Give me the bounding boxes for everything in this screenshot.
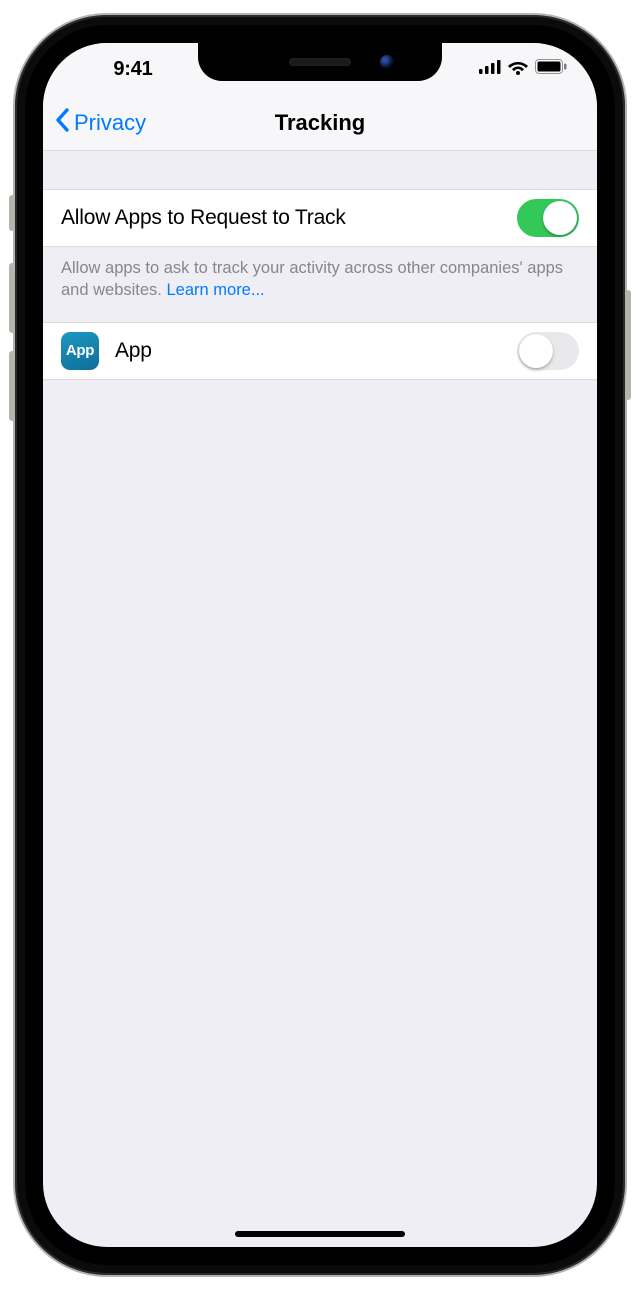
app-list: App App: [43, 322, 597, 380]
allow-tracking-toggle[interactable]: [517, 199, 579, 237]
footer-text: Allow apps to ask to track your activity…: [61, 259, 563, 299]
device-frame: 9:41: [15, 15, 625, 1275]
content: Allow Apps to Request to Track Allow app…: [43, 151, 597, 380]
section-footer: Allow apps to ask to track your activity…: [43, 247, 597, 322]
allow-tracking-row: Allow Apps to Request to Track: [43, 189, 597, 247]
app-row: App App: [43, 322, 597, 380]
learn-more-link[interactable]: Learn more...: [166, 281, 264, 299]
allow-tracking-label: Allow Apps to Request to Track: [61, 206, 517, 230]
battery-icon: [535, 59, 567, 79]
wifi-icon: [507, 59, 529, 80]
device-notch: [198, 43, 442, 81]
back-button[interactable]: Privacy: [55, 108, 146, 138]
nav-bar: Privacy Tracking: [43, 95, 597, 151]
home-indicator[interactable]: [235, 1231, 405, 1237]
device-bezel: 9:41: [25, 25, 615, 1265]
app-name-label: App: [115, 339, 517, 363]
status-time: 9:41: [73, 58, 193, 81]
screen: 9:41: [43, 43, 597, 1247]
app-icon: App: [61, 332, 99, 370]
cellular-icon: [479, 60, 501, 79]
chevron-left-icon: [55, 108, 70, 138]
app-tracking-toggle[interactable]: [517, 332, 579, 370]
back-label: Privacy: [74, 110, 146, 136]
